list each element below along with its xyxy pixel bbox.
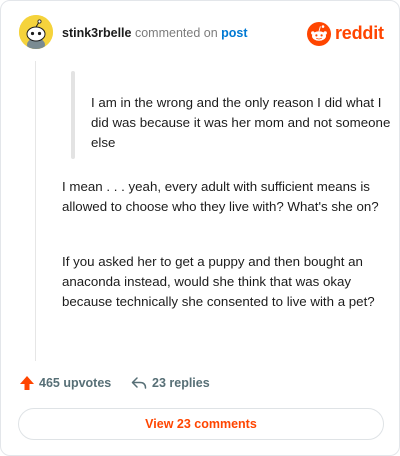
thread-line <box>35 61 36 361</box>
post-link[interactable]: post <box>221 26 247 40</box>
reddit-logo-icon <box>307 22 331 46</box>
comment-meta: stink3rbelle commented on post <box>62 26 248 40</box>
reply-count[interactable]: 23 replies <box>152 376 210 390</box>
reddit-wordmark: reddit <box>335 23 384 43</box>
comment-verb: commented on <box>134 26 218 40</box>
reddit-logo[interactable]: reddit <box>307 21 384 47</box>
comment-header: stink3rbelle commented on post reddit <box>19 15 384 55</box>
comment-card: stink3rbelle commented on post reddit I … <box>0 0 400 456</box>
comment-paragraph: If you asked her to get a puppy and then… <box>62 254 375 309</box>
username-link[interactable]: stink3rbelle <box>62 26 131 40</box>
upvote-count: 465 upvotes <box>39 376 112 390</box>
upvote-arrow-icon[interactable] <box>19 375 35 391</box>
reply-arrow-icon[interactable] <box>131 376 147 390</box>
avatar[interactable] <box>19 15 53 49</box>
snoo-avatar-icon <box>19 15 53 49</box>
quoted-text: I am in the wrong and the only reason I … <box>91 95 391 150</box>
quote-bar <box>71 71 75 159</box>
view-comments-button[interactable]: View 23 comments <box>18 408 384 440</box>
comment-paragraph: I mean . . . yeah, every adult with suff… <box>62 179 379 214</box>
